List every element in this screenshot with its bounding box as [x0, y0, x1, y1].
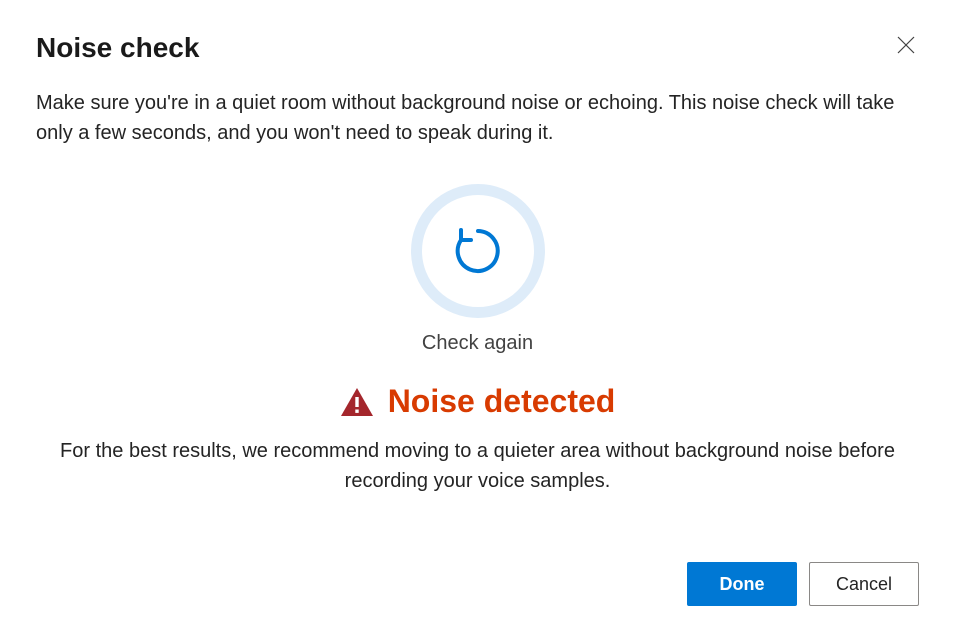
dialog-title: Noise check [36, 32, 199, 64]
check-area: Check again [36, 184, 919, 355]
close-icon [897, 36, 915, 54]
dialog-footer: Done Cancel [687, 562, 919, 606]
status-area: Noise detected For the best results, we … [36, 383, 919, 496]
dialog-description: Make sure you're in a quiet room without… [36, 88, 919, 148]
status-heading: Noise detected [36, 383, 919, 420]
status-title: Noise detected [388, 383, 616, 420]
retry-icon [450, 223, 506, 279]
status-message: For the best results, we recommend movin… [36, 436, 919, 496]
cancel-button[interactable]: Cancel [809, 562, 919, 606]
warning-icon [340, 387, 374, 417]
dialog-header: Noise check [36, 32, 919, 64]
check-again-label: Check again [422, 332, 533, 355]
noise-check-dialog: Noise check Make sure you're in a quiet … [0, 0, 955, 642]
check-again-button[interactable] [411, 184, 545, 318]
close-button[interactable] [893, 32, 919, 58]
done-button[interactable]: Done [687, 562, 797, 606]
